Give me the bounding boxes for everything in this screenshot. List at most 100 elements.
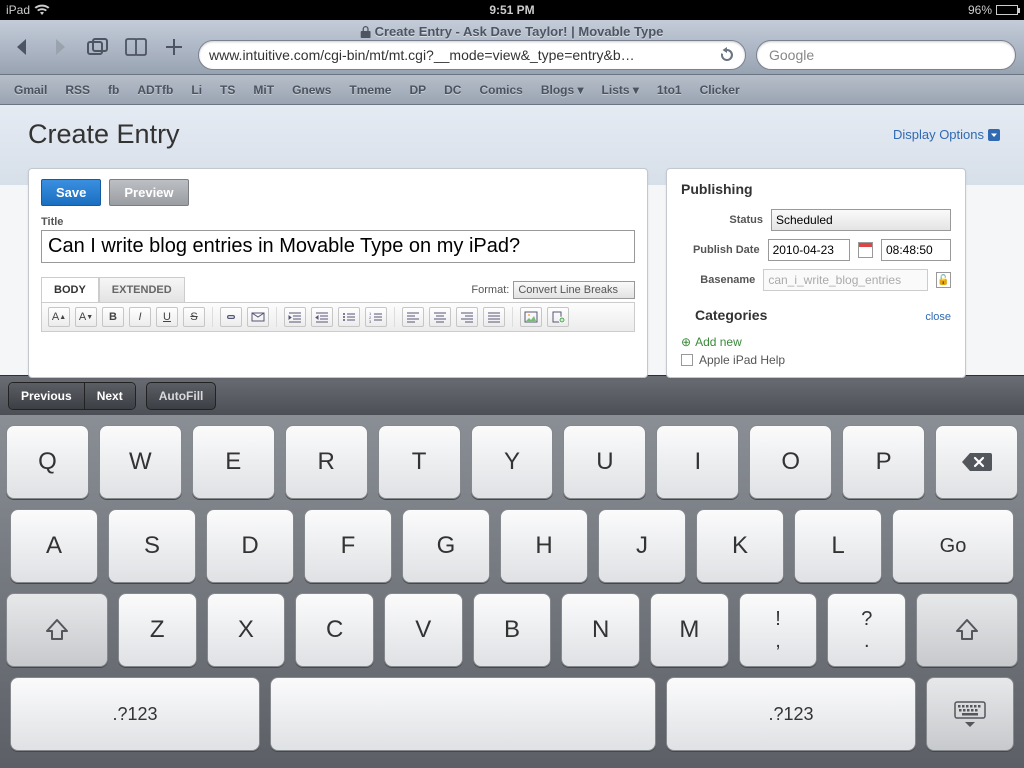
publish-date-label: Publish Date bbox=[681, 244, 760, 256]
key-l[interactable]: L bbox=[794, 509, 882, 583]
key-a[interactable]: A bbox=[10, 509, 98, 583]
preview-button[interactable]: Preview bbox=[109, 179, 188, 206]
autofill-button[interactable]: AutoFill bbox=[146, 382, 217, 410]
key-j[interactable]: J bbox=[598, 509, 686, 583]
key-o[interactable]: O bbox=[749, 425, 832, 499]
underline-icon[interactable]: U bbox=[156, 307, 178, 327]
bookmark-item[interactable]: Tmeme bbox=[349, 83, 391, 97]
bookmarks-button[interactable] bbox=[122, 33, 150, 61]
next-button[interactable]: Next bbox=[85, 383, 135, 409]
bookmark-item[interactable]: Gmail bbox=[14, 83, 47, 97]
bold-icon[interactable]: B bbox=[102, 307, 124, 327]
bookmark-item[interactable]: Gnews bbox=[292, 83, 331, 97]
outdent-icon[interactable] bbox=[311, 307, 333, 327]
key-i[interactable]: I bbox=[656, 425, 739, 499]
bookmark-item[interactable]: fb bbox=[108, 83, 119, 97]
key-x[interactable]: X bbox=[207, 593, 286, 667]
key-symbols-right[interactable]: .?123 bbox=[666, 677, 916, 751]
align-right-icon[interactable] bbox=[456, 307, 478, 327]
reload-icon[interactable] bbox=[719, 47, 735, 63]
format-select[interactable]: Convert Line Breaks bbox=[513, 281, 635, 299]
key-backspace[interactable] bbox=[935, 425, 1018, 499]
bookmark-item[interactable]: DC bbox=[444, 83, 461, 97]
close-link[interactable]: close bbox=[925, 311, 951, 323]
align-center-icon[interactable] bbox=[429, 307, 451, 327]
bookmark-item[interactable]: Li bbox=[191, 83, 202, 97]
pages-button[interactable] bbox=[84, 33, 112, 61]
key-s[interactable]: S bbox=[108, 509, 196, 583]
key-h[interactable]: H bbox=[500, 509, 588, 583]
key-t[interactable]: T bbox=[378, 425, 461, 499]
key-e[interactable]: E bbox=[192, 425, 275, 499]
forward-button[interactable] bbox=[46, 33, 74, 61]
back-button[interactable] bbox=[8, 33, 36, 61]
save-button[interactable]: Save bbox=[41, 179, 101, 206]
font-increase-icon[interactable]: A▲ bbox=[48, 307, 70, 327]
status-select[interactable]: Scheduled bbox=[771, 209, 951, 231]
key-c[interactable]: C bbox=[295, 593, 374, 667]
key-hide-keyboard[interactable] bbox=[926, 677, 1014, 751]
tab-extended[interactable]: EXTENDED bbox=[99, 277, 185, 302]
search-field[interactable]: Google bbox=[756, 40, 1016, 70]
key-d[interactable]: D bbox=[206, 509, 294, 583]
unlock-icon[interactable]: 🔓 bbox=[936, 272, 951, 288]
calendar-icon[interactable] bbox=[858, 242, 873, 258]
key-n[interactable]: N bbox=[561, 593, 640, 667]
bookmark-item[interactable]: MiT bbox=[253, 83, 274, 97]
key-g[interactable]: G bbox=[402, 509, 490, 583]
add-button[interactable] bbox=[160, 33, 188, 61]
email-icon[interactable] bbox=[247, 307, 269, 327]
key-f[interactable]: F bbox=[304, 509, 392, 583]
display-options-link[interactable]: Display Options bbox=[893, 127, 1000, 142]
wifi-icon bbox=[34, 4, 50, 16]
strike-icon[interactable]: S bbox=[183, 307, 205, 327]
checkbox-icon[interactable] bbox=[681, 354, 693, 366]
key-shift-left[interactable] bbox=[6, 593, 108, 667]
title-input[interactable] bbox=[41, 230, 635, 263]
key-shift-right[interactable] bbox=[916, 593, 1018, 667]
tab-body[interactable]: BODY bbox=[41, 277, 99, 302]
publish-date-input[interactable] bbox=[768, 239, 850, 261]
link-icon[interactable] bbox=[220, 307, 242, 327]
bookmark-item[interactable]: Comics bbox=[479, 83, 522, 97]
key-u[interactable]: U bbox=[563, 425, 646, 499]
key-k[interactable]: K bbox=[696, 509, 784, 583]
bookmark-item[interactable]: ADTfb bbox=[137, 83, 173, 97]
key-period[interactable]: ?. bbox=[827, 593, 906, 667]
image-icon[interactable] bbox=[520, 307, 542, 327]
key-v[interactable]: V bbox=[384, 593, 463, 667]
bookmark-item[interactable]: DP bbox=[409, 83, 426, 97]
bookmark-item[interactable]: RSS bbox=[65, 83, 90, 97]
bookmark-item[interactable]: Lists ▾ bbox=[602, 83, 639, 97]
insert-file-icon[interactable] bbox=[547, 307, 569, 327]
italic-icon[interactable]: I bbox=[129, 307, 151, 327]
key-space[interactable] bbox=[270, 677, 656, 751]
key-y[interactable]: Y bbox=[471, 425, 554, 499]
bookmark-item[interactable]: TS bbox=[220, 83, 235, 97]
align-left-icon[interactable] bbox=[402, 307, 424, 327]
indent-icon[interactable] bbox=[284, 307, 306, 327]
key-z[interactable]: Z bbox=[118, 593, 197, 667]
ul-icon[interactable] bbox=[338, 307, 360, 327]
key-r[interactable]: R bbox=[285, 425, 368, 499]
key-symbols-left[interactable]: .?123 bbox=[10, 677, 260, 751]
key-q[interactable]: Q bbox=[6, 425, 89, 499]
category-item[interactable]: Apple iPad Help bbox=[667, 351, 965, 369]
key-w[interactable]: W bbox=[99, 425, 182, 499]
font-decrease-icon[interactable]: A▼ bbox=[75, 307, 97, 327]
key-comma[interactable]: !, bbox=[739, 593, 818, 667]
basename-input[interactable] bbox=[763, 269, 928, 291]
bookmark-item[interactable]: 1to1 bbox=[657, 83, 682, 97]
add-category-link[interactable]: ⊕ Add new bbox=[667, 333, 965, 351]
ol-icon[interactable]: 123 bbox=[365, 307, 387, 327]
bookmark-item[interactable]: Blogs ▾ bbox=[541, 83, 584, 97]
publish-time-input[interactable] bbox=[881, 239, 951, 261]
url-field[interactable]: www.intuitive.com/cgi-bin/mt/mt.cgi?__mo… bbox=[198, 40, 746, 70]
key-b[interactable]: B bbox=[473, 593, 552, 667]
key-go[interactable]: Go bbox=[892, 509, 1014, 583]
key-m[interactable]: M bbox=[650, 593, 729, 667]
align-justify-icon[interactable] bbox=[483, 307, 505, 327]
previous-button[interactable]: Previous bbox=[9, 383, 85, 409]
bookmark-item[interactable]: Clicker bbox=[700, 83, 740, 97]
key-p[interactable]: P bbox=[842, 425, 925, 499]
